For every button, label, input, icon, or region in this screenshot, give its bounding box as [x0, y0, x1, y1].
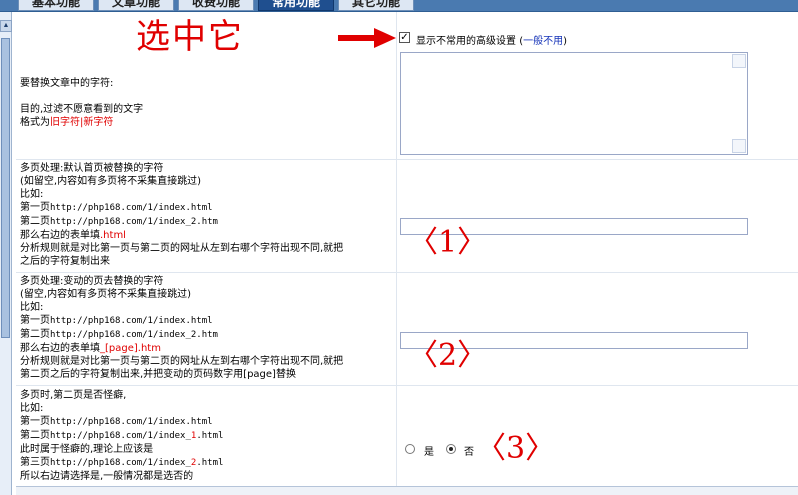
quirk-yes-label: 是 [424, 447, 434, 458]
advanced-settings-label: 显示不常用的高级设置 (一般不用) [416, 36, 567, 47]
quirk-desc: 多页时,第二页是否怪癖, 比如: 第一页http://php168.com/1/… [20, 390, 224, 482]
quirk-yes-radio[interactable] [405, 444, 415, 454]
row-advanced: 选中它 ✓ 显示不常用的高级设置 (一般不用) [16, 12, 798, 56]
quirk-no-label: 否 [464, 447, 474, 458]
tab-paid[interactable]: 收费功能 [178, 0, 254, 11]
annotation-marker-2: 〈2〉 [408, 338, 488, 373]
rarely-used-link[interactable]: 一般不用 [523, 36, 563, 47]
tab-other[interactable]: 其它功能 [338, 0, 414, 11]
settings-table: 选中它 ✓ 显示不常用的高级设置 (一般不用) 要替换文章中的字符: 目的,过滤… [16, 12, 798, 495]
row-replace: 要替换文章中的字符: 目的,过滤不愿意看到的文字 格式为旧字符|新字符 [16, 47, 798, 160]
tab-bar: 基本功能 文章功能 收费功能 常用功能 其它功能 [0, 0, 798, 12]
annotation-marker-1: 〈1〉 [408, 225, 488, 260]
tab-article[interactable]: 文章功能 [98, 0, 174, 11]
row-multipage-default: 多页处理:默认首页被替换的字符 (如留空,内容如有多页将不采集直接跳过) 比如:… [16, 160, 798, 273]
replace-desc: 要替换文章中的字符: 目的,过滤不愿意看到的文字 格式为旧字符|新字符 [20, 78, 144, 128]
replace-textarea[interactable] [400, 52, 748, 155]
row-quirk: 多页时,第二页是否怪癖, 比如: 第一页http://php168.com/1/… [16, 386, 798, 495]
advanced-settings-checkbox[interactable]: ✓ [399, 32, 410, 43]
annotation-marker-3: 〈3〉 [476, 431, 556, 466]
multipage-default-desc: 多页处理:默认首页被替换的字符 (如留空,内容如有多页将不采集直接跳过) 比如:… [20, 163, 344, 267]
quirk-no-radio[interactable] [446, 444, 456, 454]
scrollbar-thumb[interactable] [1, 38, 10, 338]
textarea-scrollbar[interactable] [732, 54, 746, 153]
tab-common[interactable]: 常用功能 [258, 0, 334, 11]
tab-basic[interactable]: 基本功能 [18, 0, 94, 11]
horizontal-scrollbar[interactable] [16, 486, 798, 495]
vertical-scrollbar[interactable]: ▲ [0, 12, 12, 495]
scroll-down-icon[interactable] [732, 139, 746, 153]
row-multipage-variable: 多页处理:变动的页去替换的字符 (留空,内容如有多页将不采集直接跳过) 比如: … [16, 273, 798, 386]
multipage-variable-desc: 多页处理:变动的页去替换的字符 (留空,内容如有多页将不采集直接跳过) 比如: … [20, 276, 344, 380]
scroll-up-icon[interactable] [732, 54, 746, 68]
scroll-up-icon[interactable]: ▲ [0, 20, 12, 32]
